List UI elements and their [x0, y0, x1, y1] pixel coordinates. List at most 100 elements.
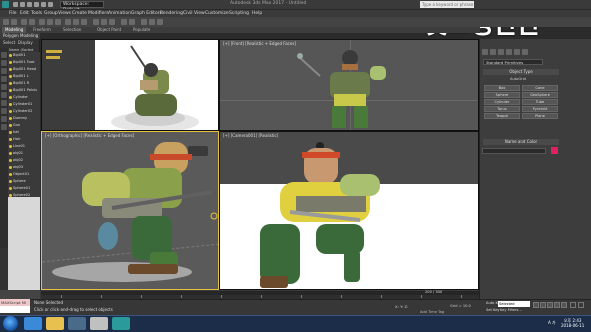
tab-populate[interactable]: Populate: [130, 27, 153, 33]
list-item[interactable]: Bip001 R: [9, 80, 39, 86]
undo-tool-icon[interactable]: [3, 19, 9, 25]
set-key-button[interactable]: Set Key: [486, 308, 500, 312]
motion-tab-icon[interactable]: [506, 49, 512, 55]
visibility-icon[interactable]: [9, 123, 12, 127]
maxscript-listener[interactable]: MAXScript Mi: [0, 299, 30, 306]
visibility-icon[interactable]: [9, 172, 12, 176]
viewport-label-front[interactable]: [+] [Front] [Realistic + Edged Faces]: [223, 41, 296, 46]
plane-button[interactable]: Plane: [522, 113, 558, 119]
maxscript-input[interactable]: [0, 306, 30, 313]
create-tab-icon[interactable]: [482, 49, 488, 55]
list-item[interactable]: Sphere: [9, 178, 39, 184]
box-button[interactable]: Box: [484, 85, 520, 91]
list-item[interactable]: Sphere01: [9, 185, 39, 191]
visibility-icon[interactable]: [9, 109, 12, 113]
list-item[interactable]: Object01: [9, 171, 39, 177]
visibility-icon[interactable]: [9, 60, 12, 64]
hierarchy-tab-icon[interactable]: [498, 49, 504, 55]
primitive-type-dropdown[interactable]: Standard Primitives: [483, 59, 543, 65]
redo-tool-icon[interactable]: [11, 19, 17, 25]
start-button-icon[interactable]: [3, 316, 18, 331]
link-icon[interactable]: [21, 19, 27, 25]
visibility-icon[interactable]: [9, 81, 12, 85]
visibility-icon[interactable]: [9, 74, 12, 78]
list-item[interactable]: Hair: [9, 136, 39, 142]
move-icon[interactable]: [65, 19, 71, 25]
visibility-icon[interactable]: [9, 130, 12, 134]
app-logo-icon[interactable]: [2, 1, 9, 8]
viewport-camera[interactable]: [+] [Camera001] [Realistic]: [219, 131, 479, 290]
paint-icon[interactable]: [90, 317, 108, 330]
key-filters-button[interactable]: Key Filters...: [500, 308, 522, 312]
filter-bones-icon[interactable]: [1, 92, 7, 98]
workspace-selector[interactable]: Workspace: Default: [60, 1, 104, 13]
render-setup-icon[interactable]: [149, 19, 155, 25]
select-icon[interactable]: [39, 19, 45, 25]
filter-lights-icon[interactable]: [1, 68, 7, 74]
visibility-icon[interactable]: [9, 95, 12, 99]
play-icon[interactable]: [547, 302, 553, 308]
list-item[interactable]: Bip001 L: [9, 73, 39, 79]
tab-object-paint[interactable]: Object Paint: [94, 27, 124, 33]
list-item[interactable]: Cylinder01: [9, 101, 39, 107]
object-color-swatch[interactable]: [551, 147, 558, 154]
rotate-icon[interactable]: [73, 19, 79, 25]
goto-start-icon[interactable]: [533, 302, 539, 308]
mirror-icon[interactable]: [121, 19, 127, 25]
filter-shapes-icon[interactable]: [1, 60, 7, 66]
list-item[interactable]: Bip001: [9, 52, 39, 58]
pyramid-button[interactable]: Pyramid: [522, 106, 558, 112]
tube-button[interactable]: Tube: [522, 99, 558, 105]
visibility-icon[interactable]: [9, 151, 12, 155]
list-item[interactable]: Bip001 Foot: [9, 59, 39, 65]
modify-tab-icon[interactable]: [490, 49, 496, 55]
list-item[interactable]: Line01: [9, 143, 39, 149]
select-by-name-icon[interactable]: [47, 19, 53, 25]
next-frame-icon[interactable]: [554, 302, 560, 308]
ie-browser-icon[interactable]: [24, 317, 42, 330]
list-item[interactable]: Bip001 Pelvis: [9, 87, 39, 93]
object-type-header[interactable]: Object Type: [483, 69, 559, 75]
torus-button[interactable]: Torus: [484, 106, 520, 112]
teapot-button[interactable]: Teapot: [484, 113, 520, 119]
add-time-tag-button[interactable]: Add Time Tag: [420, 310, 444, 314]
prev-frame-icon[interactable]: [540, 302, 546, 308]
file-explorer-icon[interactable]: [46, 317, 64, 330]
viewport-top[interactable]: [41, 39, 219, 131]
orbit-icon[interactable]: [578, 302, 584, 308]
viewport-front[interactable]: [+] [Front] [Realistic + Edged Faces]: [219, 39, 479, 131]
list-item[interactable]: Bip001 Head: [9, 66, 39, 72]
open-file-icon[interactable]: [20, 2, 25, 7]
explorer-tab-display[interactable]: Display: [18, 40, 33, 45]
geosphere-button[interactable]: GeoSphere: [522, 92, 558, 98]
visibility-icon[interactable]: [9, 88, 12, 92]
visibility-icon[interactable]: [9, 179, 12, 183]
utilities-tab-icon[interactable]: [522, 49, 528, 55]
3ds-max-taskbar-icon[interactable]: [112, 317, 130, 330]
key-set-dropdown[interactable]: Selected: [498, 301, 530, 307]
material-editor-icon[interactable]: [141, 19, 147, 25]
visibility-icon[interactable]: [9, 186, 12, 190]
filter-invert-icon[interactable]: [1, 116, 7, 122]
display-tab-icon[interactable]: [514, 49, 520, 55]
explorer-empty-area[interactable]: [8, 197, 40, 290]
object-name-field[interactable]: [482, 148, 546, 154]
viewport-orthographic[interactable]: [+] [Orthographic] [Realistic + Edged Fa…: [41, 131, 219, 290]
language-indicator[interactable]: A 가: [548, 320, 556, 326]
cone-button[interactable]: Cone: [522, 85, 558, 91]
scale-icon[interactable]: [81, 19, 87, 25]
visibility-icon[interactable]: [9, 116, 12, 120]
render-icon[interactable]: [157, 19, 163, 25]
list-item[interactable]: Cylinder: [9, 94, 39, 100]
filter-cameras-icon[interactable]: [1, 76, 7, 82]
percent-snap-icon[interactable]: [109, 19, 115, 25]
explorer-tab-select[interactable]: Select: [3, 40, 15, 45]
goto-end-icon[interactable]: [561, 302, 567, 308]
snap-icon[interactable]: [93, 19, 99, 25]
list-item[interactable]: obj03: [9, 164, 39, 170]
filter-helpers-icon[interactable]: [1, 84, 7, 90]
undo-icon[interactable]: [34, 2, 39, 7]
filter-all-icon[interactable]: [1, 100, 7, 106]
media-player-icon[interactable]: [68, 317, 86, 330]
system-clock[interactable]: 오후 2:43 2018-06-11: [561, 318, 584, 328]
